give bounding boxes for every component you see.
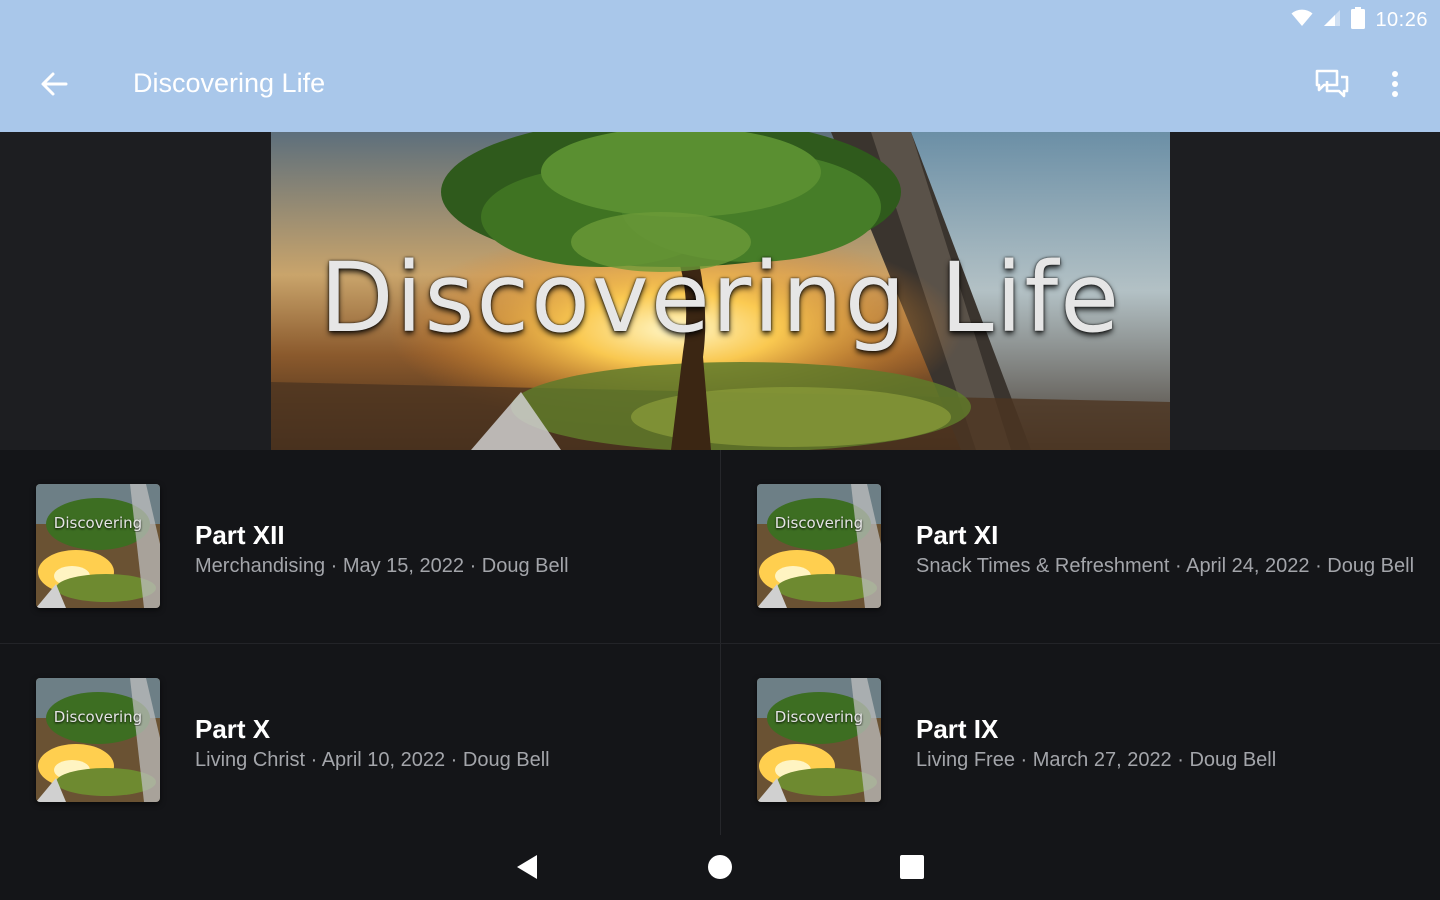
battery-icon bbox=[1351, 6, 1366, 34]
status-bar: 10:26 bbox=[0, 0, 1440, 40]
more-options-button[interactable] bbox=[1374, 62, 1416, 110]
episode-subtitle: Snack Times & Refreshment · April 24, 20… bbox=[916, 555, 1415, 577]
status-time: 10:26 bbox=[1375, 8, 1428, 31]
nav-back-icon bbox=[515, 854, 539, 885]
episode-thumbnail: Discovering bbox=[757, 484, 881, 608]
list-item[interactable]: Discovering Part X Living Christ · April… bbox=[0, 644, 719, 836]
app-title: Discovering Life bbox=[133, 68, 326, 98]
episode-title: Part XII bbox=[195, 520, 285, 550]
chat-icon bbox=[1315, 69, 1349, 104]
app-window: 10:26 Discovering Life Discovering Life … bbox=[0, 0, 1440, 900]
back-arrow-icon bbox=[40, 70, 68, 103]
nav-back-button[interactable] bbox=[505, 847, 549, 891]
episode-thumbnail: Discovering bbox=[36, 484, 160, 608]
episode-subtitle: Living Christ · April 10, 2022 · Doug Be… bbox=[195, 749, 550, 771]
list-item[interactable]: Discovering Part IX Living Free · March … bbox=[721, 644, 1440, 836]
wifi-icon bbox=[1291, 9, 1313, 32]
thumbnail-caption: Discovering bbox=[53, 708, 143, 726]
episode-thumbnail: Discovering bbox=[757, 678, 881, 802]
list-item[interactable]: Discovering Part XII Merchandising · May… bbox=[0, 450, 719, 642]
top-app-area: 10:26 Discovering Life bbox=[0, 0, 1440, 132]
hero-banner: Discovering Life bbox=[0, 132, 1440, 450]
episode-subtitle: Living Free · March 27, 2022 · Doug Bell bbox=[916, 749, 1277, 771]
list-item[interactable]: Discovering Part XI Snack Times & Refres… bbox=[721, 450, 1440, 642]
episode-title: Part XI bbox=[916, 520, 999, 550]
status-icons: 10:26 bbox=[1291, 6, 1428, 34]
episode-title: Part X bbox=[195, 714, 271, 744]
cellular-signal-icon bbox=[1323, 9, 1341, 32]
nav-home-button[interactable] bbox=[698, 847, 742, 891]
nav-recents-button[interactable] bbox=[890, 847, 934, 891]
thumbnail-caption: Discovering bbox=[53, 514, 143, 532]
hero-image: Discovering Life bbox=[271, 132, 1170, 450]
app-bar: Discovering Life bbox=[0, 40, 1440, 132]
thumbnail-caption: Discovering bbox=[774, 514, 864, 532]
hero-title: Discovering Life bbox=[319, 242, 1122, 354]
episode-thumbnail: Discovering bbox=[36, 678, 160, 802]
back-button[interactable] bbox=[28, 62, 80, 110]
thumbnail-caption: Discovering bbox=[774, 708, 864, 726]
more-vert-icon bbox=[1391, 70, 1399, 103]
episode-list: Discovering Part XII Merchandising · May… bbox=[0, 450, 1440, 835]
episode-subtitle: Merchandising · May 15, 2022 · Doug Bell bbox=[195, 555, 569, 577]
system-nav-bar bbox=[0, 835, 1440, 900]
episode-title: Part IX bbox=[916, 714, 999, 744]
nav-home-icon bbox=[707, 854, 733, 885]
nav-recents-icon bbox=[900, 854, 924, 884]
chat-button[interactable] bbox=[1308, 62, 1356, 110]
